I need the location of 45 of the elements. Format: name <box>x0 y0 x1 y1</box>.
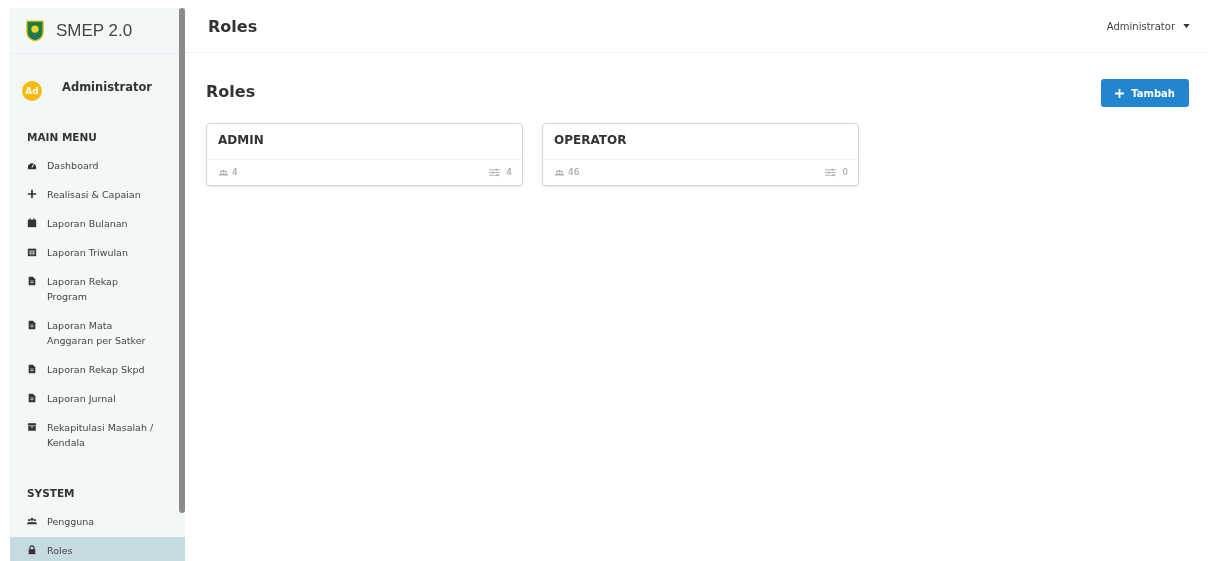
sidebar-item[interactable]: Pengguna <box>10 508 178 537</box>
menu-section-title: MAIN MENU <box>26 130 98 145</box>
page-title: Roles <box>206 81 256 101</box>
users-icon <box>27 516 37 526</box>
permission-count: 0 <box>842 167 848 177</box>
calendar-icon <box>27 247 37 257</box>
user-avatar: Ad <box>22 81 42 101</box>
sidebar-item[interactable]: Dashboard <box>10 152 178 181</box>
sliders-icon <box>825 167 837 177</box>
users-icon <box>554 167 565 177</box>
plus-icon <box>27 189 37 199</box>
file-icon <box>27 393 37 403</box>
permission-count: 4 <box>506 167 512 177</box>
sidebar-item[interactable]: Laporan Bulanan <box>10 210 178 239</box>
file-icon <box>27 276 37 286</box>
app-name: SMEP 2.0 <box>56 20 133 41</box>
sidebar-item[interactable]: Realisasi & Capaian <box>10 181 178 210</box>
sidebar-item[interactable]: Rekapitulasi Masalah / Kendala <box>10 414 178 458</box>
user-count: 4 <box>232 167 238 177</box>
caret-icon <box>1183 24 1190 28</box>
gauge-icon <box>27 160 37 170</box>
sidebar-item[interactable]: Laporan Rekap Skpd <box>10 356 178 385</box>
sidebar-item[interactable]: Laporan Mata Anggaran per Satker <box>10 312 178 356</box>
menu-section-title: SYSTEM <box>26 486 76 501</box>
users-icon <box>218 167 229 177</box>
sidebar-item[interactable]: Laporan Triwulan <box>10 239 178 268</box>
add-button[interactable]: Tambah <box>1101 79 1189 107</box>
sliders-icon <box>489 167 501 177</box>
calendar-icon <box>27 218 37 228</box>
role-name: ADMIN <box>207 124 522 160</box>
file-icon <box>27 320 37 330</box>
sidebar-item[interactable]: Laporan Jurnal <box>10 385 178 414</box>
role-card[interactable]: OPERATOR 46 0 <box>542 123 859 186</box>
page-header-title: Roles <box>208 16 258 36</box>
sidebar-item[interactable]: Laporan Rekap Program <box>10 268 178 312</box>
user-name: Administrator <box>62 80 153 94</box>
lock-icon <box>27 545 37 555</box>
shield-logo-icon <box>26 19 44 42</box>
user-menu[interactable]: Administrator <box>1106 20 1190 32</box>
role-card[interactable]: ADMIN 4 4 <box>206 123 523 186</box>
file-icon <box>27 364 37 374</box>
archive-icon <box>27 422 37 432</box>
role-name: OPERATOR <box>543 124 858 160</box>
plus-icon <box>1115 88 1125 98</box>
user-count: 46 <box>568 167 580 177</box>
